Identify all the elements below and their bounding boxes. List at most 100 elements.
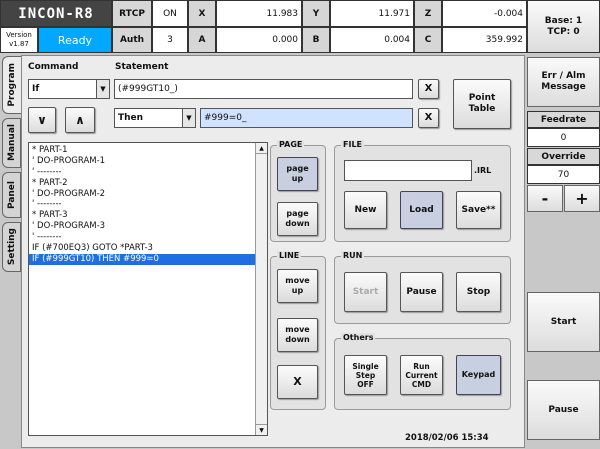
program-listing[interactable]: * PART-1 ' DO-PROGRAM-1 ' -------- * PART-2… <box>28 142 268 436</box>
keypad-button[interactable]: Keypad <box>456 355 501 395</box>
move-down-line1: move <box>285 325 310 334</box>
file-group-title: FILE <box>341 140 365 149</box>
program-line[interactable]: ' -------- <box>29 232 255 243</box>
point-table-line1: Point <box>468 93 496 103</box>
run-stop-button[interactable]: Stop <box>456 272 501 312</box>
page-down-line1: page <box>286 209 309 218</box>
tab-program[interactable]: Program <box>2 56 21 114</box>
axis-y-label: Y <box>302 0 330 27</box>
then-select[interactable]: Then ▼ <box>114 108 196 128</box>
scroll-down-icon[interactable]: ▼ <box>256 424 267 435</box>
others-group-title: Others <box>341 333 376 342</box>
command-select[interactable]: If ▼ <box>28 79 110 99</box>
program-line[interactable]: ' DO-PROGRAM-3 <box>29 221 255 232</box>
single-step-line1: Single <box>352 361 379 371</box>
single-step-line2: Step <box>355 370 376 380</box>
move-down-button[interactable]: move down <box>277 318 318 352</box>
file-extension: .IRL <box>474 166 492 175</box>
override-value: 70 <box>527 165 600 184</box>
rtcp-label: RTCP <box>112 0 152 27</box>
load-button[interactable]: Load <box>400 191 443 229</box>
axis-b-value: 0.004 <box>330 27 414 53</box>
delete-line-button[interactable]: X <box>277 365 318 399</box>
program-line[interactable]: ' DO-PROGRAM-2 <box>29 189 255 200</box>
new-button[interactable]: New <box>344 191 387 229</box>
err-alm-line2: Message <box>541 82 586 92</box>
program-line[interactable]: * PART-3 <box>29 210 255 221</box>
move-down-line2: down <box>285 335 310 344</box>
axis-y-value: 11.971 <box>330 0 414 27</box>
single-step-button[interactable]: Single Step OFF <box>344 355 387 395</box>
point-table-button[interactable]: Point Table <box>453 79 511 129</box>
save-button[interactable]: Save** <box>456 191 501 229</box>
tab-manual[interactable]: Manual <box>2 118 21 168</box>
statement2-input[interactable]: #999=0_ <box>200 108 413 128</box>
program-line[interactable]: * PART-2 <box>29 178 255 189</box>
command-label: Command <box>28 62 79 72</box>
axis-a-label: A <box>188 27 216 53</box>
line-group-title: LINE <box>277 251 302 260</box>
clear-statement1-button[interactable]: X <box>418 79 439 99</box>
axis-z-label: Z <box>414 0 442 27</box>
err-alm-line1: Err / Alm <box>541 71 586 81</box>
status-text: Ready <box>57 33 93 47</box>
tab-panel[interactable]: Panel <box>2 172 21 218</box>
tab-manual-label: Manual <box>6 124 17 162</box>
run-current-line1: Run <box>413 361 430 371</box>
status-badge: Ready <box>38 27 112 53</box>
tab-panel-label: Panel <box>6 180 17 210</box>
brand-text: INCON-R8 <box>18 5 94 22</box>
statement-label: Statement <box>115 62 169 72</box>
program-line[interactable]: ' -------- <box>29 199 255 210</box>
axis-x-label: X <box>188 0 216 27</box>
feedrate-value: 0 <box>527 128 600 147</box>
page-down-button[interactable]: page down <box>277 202 318 236</box>
tab-setting[interactable]: Setting <box>2 222 21 272</box>
scroll-up-icon[interactable]: ▲ <box>256 143 267 154</box>
axis-c-label: C <box>414 27 442 53</box>
rtcp-value: ON <box>152 0 188 27</box>
run-group-title: RUN <box>341 251 365 260</box>
page-up-button[interactable]: page up <box>277 157 318 191</box>
run-current-cmd-button[interactable]: Run Current CMD <box>400 355 443 395</box>
axis-c-value: 359.992 <box>442 27 527 53</box>
run-pause-button[interactable]: Pause <box>400 272 443 312</box>
statement1-input[interactable]: (#999GT10_) <box>114 79 413 99</box>
axis-z-value: -0.004 <box>442 0 527 27</box>
chevron-down-icon: ▼ <box>182 109 195 127</box>
override-minus-button[interactable]: - <box>527 185 563 212</box>
tcp-text: TCP: 0 <box>547 26 580 37</box>
program-line[interactable]: IF (#999GT10) THEN #999=0 <box>29 253 255 265</box>
page-up-line2: up <box>291 174 304 183</box>
line-up-button[interactable]: ∧ <box>65 107 95 133</box>
datetime-display: 2018/02/06 15:34 <box>405 433 489 443</box>
pause-button[interactable]: Pause <box>527 380 600 440</box>
chevron-down-icon: ▼ <box>96 80 109 98</box>
axis-b-label: B <box>302 27 330 53</box>
move-up-line1: move <box>285 276 310 285</box>
start-button[interactable]: Start <box>527 292 600 352</box>
program-line[interactable]: ' DO-PROGRAM-1 <box>29 156 255 167</box>
line-down-button[interactable]: ∨ <box>28 107 56 133</box>
base-text: Base: 1 <box>544 15 583 26</box>
override-label: Override <box>527 148 600 165</box>
feedrate-label: Feedrate <box>527 111 600 128</box>
filename-input[interactable] <box>344 160 472 181</box>
base-tcp-display[interactable]: Base: 1 TCP: 0 <box>527 0 600 53</box>
version-box: Version v1.87 <box>0 27 38 53</box>
version-value: v1.87 <box>9 40 29 48</box>
move-up-line2: up <box>291 286 304 295</box>
version-label: Version <box>6 31 32 39</box>
override-plus-button[interactable]: + <box>564 185 600 212</box>
scrollbar[interactable]: ▲ ▼ <box>255 143 267 435</box>
run-current-line2: Current <box>405 370 438 380</box>
move-up-button[interactable]: move up <box>277 269 318 303</box>
clear-statement2-button[interactable]: X <box>418 108 439 128</box>
tab-program-label: Program <box>7 63 17 107</box>
program-line[interactable]: IF (#700EQ3) GOTO *PART-3 <box>29 243 255 254</box>
err-alm-message-button[interactable]: Err / Alm Message <box>527 57 600 107</box>
program-line[interactable]: * PART-1 <box>29 145 255 156</box>
run-start-button[interactable]: Start <box>344 272 387 312</box>
auth-value: 3 <box>152 27 188 53</box>
program-line[interactable]: ' -------- <box>29 167 255 178</box>
